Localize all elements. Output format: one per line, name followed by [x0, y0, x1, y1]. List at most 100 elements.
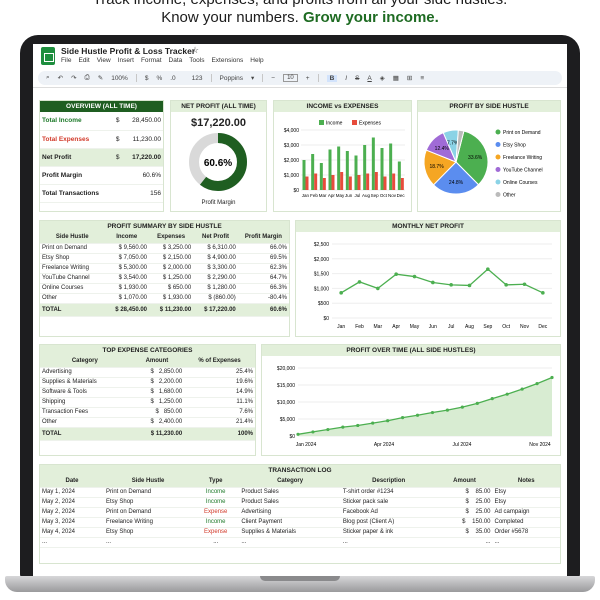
italic-button[interactable]: I	[345, 75, 347, 82]
transaction-cell[interactable]: Expense	[192, 507, 240, 518]
expense-amount[interactable]: $ 2,400.00	[129, 417, 185, 428]
summary-cell[interactable]: $ 2,150.00	[149, 253, 194, 264]
summary-cell[interactable]: $ (860.00)	[193, 293, 238, 304]
transaction-header[interactable]: Type	[192, 476, 240, 488]
transaction-cell[interactable]: Client Payment	[239, 517, 341, 528]
expense-total-label[interactable]: TOTAL	[40, 427, 130, 441]
transaction-cell[interactable]: Facebook Ad	[340, 507, 437, 518]
percent-format-button[interactable]: %	[156, 75, 162, 82]
summary-cell[interactable]: Other	[40, 293, 105, 304]
transaction-cell[interactable]: May 1, 2024	[40, 487, 105, 498]
overview-value[interactable]: 156	[123, 184, 163, 203]
summary-cell[interactable]: Etsy Shop	[40, 253, 105, 264]
currency-format-button[interactable]: $	[145, 75, 149, 82]
menu-extensions[interactable]: Extensions	[211, 57, 243, 64]
summary-cell[interactable]: $ 1,930.00	[104, 283, 150, 294]
transaction-cell[interactable]: $ 25.00	[436, 507, 493, 518]
transaction-cell[interactable]: May 2, 2024	[40, 497, 105, 508]
transaction-cell[interactable]: Supplies & Materials	[239, 527, 341, 538]
summary-cell[interactable]: $ 7,050.00	[104, 253, 150, 264]
menu-data[interactable]: Data	[169, 57, 183, 64]
paint-format-icon[interactable]: ✎	[98, 74, 103, 82]
expense-category[interactable]: Other	[40, 417, 130, 428]
expense-category[interactable]: Supplies & Materials	[40, 377, 130, 388]
sheets-logo-icon[interactable]	[41, 47, 55, 65]
menu-edit[interactable]: Edit	[78, 57, 89, 64]
menu-format[interactable]: Format	[141, 57, 162, 64]
summary-cell[interactable]: YouTube Channel	[40, 273, 105, 284]
transaction-cell[interactable]: Etsy	[492, 487, 560, 498]
overview-currency[interactable]: $	[113, 148, 124, 167]
print-icon[interactable]: ⎙	[85, 74, 90, 82]
transaction-cell[interactable]: Etsy Shop	[104, 527, 193, 538]
transaction-cell[interactable]: May 4, 2024	[40, 527, 105, 538]
text-color-button[interactable]: A	[367, 75, 371, 82]
expense-total-percent[interactable]: 100%	[184, 427, 255, 441]
overview-currency[interactable]	[113, 184, 124, 203]
summary-cell[interactable]: $ 2,000.00	[149, 263, 194, 274]
summary-header[interactable]: Side Hustle	[40, 232, 105, 244]
font-size-input[interactable]: 10	[283, 74, 298, 82]
expense-amount[interactable]: $ 1,680.00	[129, 387, 185, 398]
expense-header[interactable]: Category	[40, 356, 130, 368]
overview-value[interactable]: 60.6%	[123, 166, 163, 185]
decrease-decimal-button[interactable]: .0	[170, 75, 175, 82]
expense-percent[interactable]: 21.4%	[184, 417, 255, 428]
document-title[interactable]: Side Hustle Profit & Loss Tracker	[61, 46, 195, 56]
expense-category[interactable]: Shipping	[40, 397, 130, 408]
font-size-decrease-button[interactable]: −	[271, 75, 275, 82]
undo-icon[interactable]: ↶	[58, 74, 63, 82]
summary-cell[interactable]: $ 6,310.00	[193, 243, 238, 254]
merge-cells-icon[interactable]: ⊞	[407, 74, 412, 82]
star-icon[interactable]: ☆	[191, 45, 199, 56]
expense-header[interactable]: Amount	[129, 356, 185, 368]
transaction-header[interactable]: Amount	[436, 476, 493, 488]
expense-percent[interactable]: 11.1%	[184, 397, 255, 408]
transaction-cell[interactable]: T-shirt order #1234	[340, 487, 437, 498]
summary-total-cell[interactable]: $ 17,220.00	[193, 303, 238, 317]
transaction-cell[interactable]: ...	[192, 537, 240, 548]
transaction-cell[interactable]: Blog post (Client A)	[340, 517, 437, 528]
transaction-cell[interactable]: Etsy Shop	[104, 497, 193, 508]
fill-color-icon[interactable]: ◈	[380, 74, 385, 82]
number-format-button[interactable]: 123	[192, 75, 203, 82]
summary-cell[interactable]: 62.3%	[237, 263, 289, 274]
expense-percent[interactable]: 25.4%	[184, 367, 255, 378]
summary-total-cell[interactable]: $ 11,230.00	[149, 303, 194, 317]
align-icon[interactable]: ≡	[420, 75, 424, 82]
overview-currency[interactable]: $	[113, 130, 124, 149]
overview-label[interactable]: Total Income	[40, 112, 114, 131]
expense-amount[interactable]: $ 850.00	[129, 407, 185, 418]
overview-value[interactable]: 17,220.00	[123, 148, 163, 167]
overview-value[interactable]: 28,450.00	[123, 112, 163, 131]
summary-cell[interactable]: $ 1,070.00	[104, 293, 150, 304]
summary-cell[interactable]: $ 1,930.00	[149, 293, 194, 304]
transaction-cell[interactable]: Print on Demand	[104, 487, 193, 498]
transaction-cell[interactable]: ...	[436, 537, 493, 548]
summary-total-cell[interactable]: TOTAL	[40, 303, 105, 317]
expense-header[interactable]: % of Expenses	[184, 356, 255, 368]
menu-file[interactable]: File	[61, 57, 71, 64]
summary-cell[interactable]: $ 650.00	[149, 283, 194, 294]
summary-total-cell[interactable]: $ 28,450.00	[104, 303, 150, 317]
borders-icon[interactable]: ▦	[393, 74, 399, 82]
summary-cell[interactable]: $ 1,250.00	[149, 273, 194, 284]
transaction-header[interactable]: Description	[340, 476, 437, 488]
summary-cell[interactable]: $ 2,290.00	[193, 273, 238, 284]
expense-category[interactable]: Transaction Fees	[40, 407, 130, 418]
expense-amount[interactable]: $ 2,850.00	[129, 367, 185, 378]
summary-cell[interactable]: Print on Demand	[40, 243, 105, 254]
overview-currency[interactable]: $	[113, 112, 124, 131]
transaction-cell[interactable]: Print on Demand	[104, 507, 193, 518]
overview-value[interactable]: 11,230.00	[123, 130, 163, 149]
transaction-cell[interactable]: Sticker paper & ink	[340, 527, 437, 538]
transaction-cell[interactable]: Completed	[492, 517, 560, 528]
transaction-cell[interactable]: ...	[492, 537, 560, 548]
transaction-cell[interactable]: Product Sales	[239, 487, 341, 498]
summary-header[interactable]: Net Profit	[193, 232, 238, 244]
summary-cell[interactable]: $ 5,300.00	[104, 263, 150, 274]
summary-cell[interactable]: $ 3,250.00	[149, 243, 194, 254]
transaction-cell[interactable]: ...	[239, 537, 341, 548]
transaction-cell[interactable]: Expense	[192, 527, 240, 538]
summary-cell[interactable]: $ 4,900.00	[193, 253, 238, 264]
